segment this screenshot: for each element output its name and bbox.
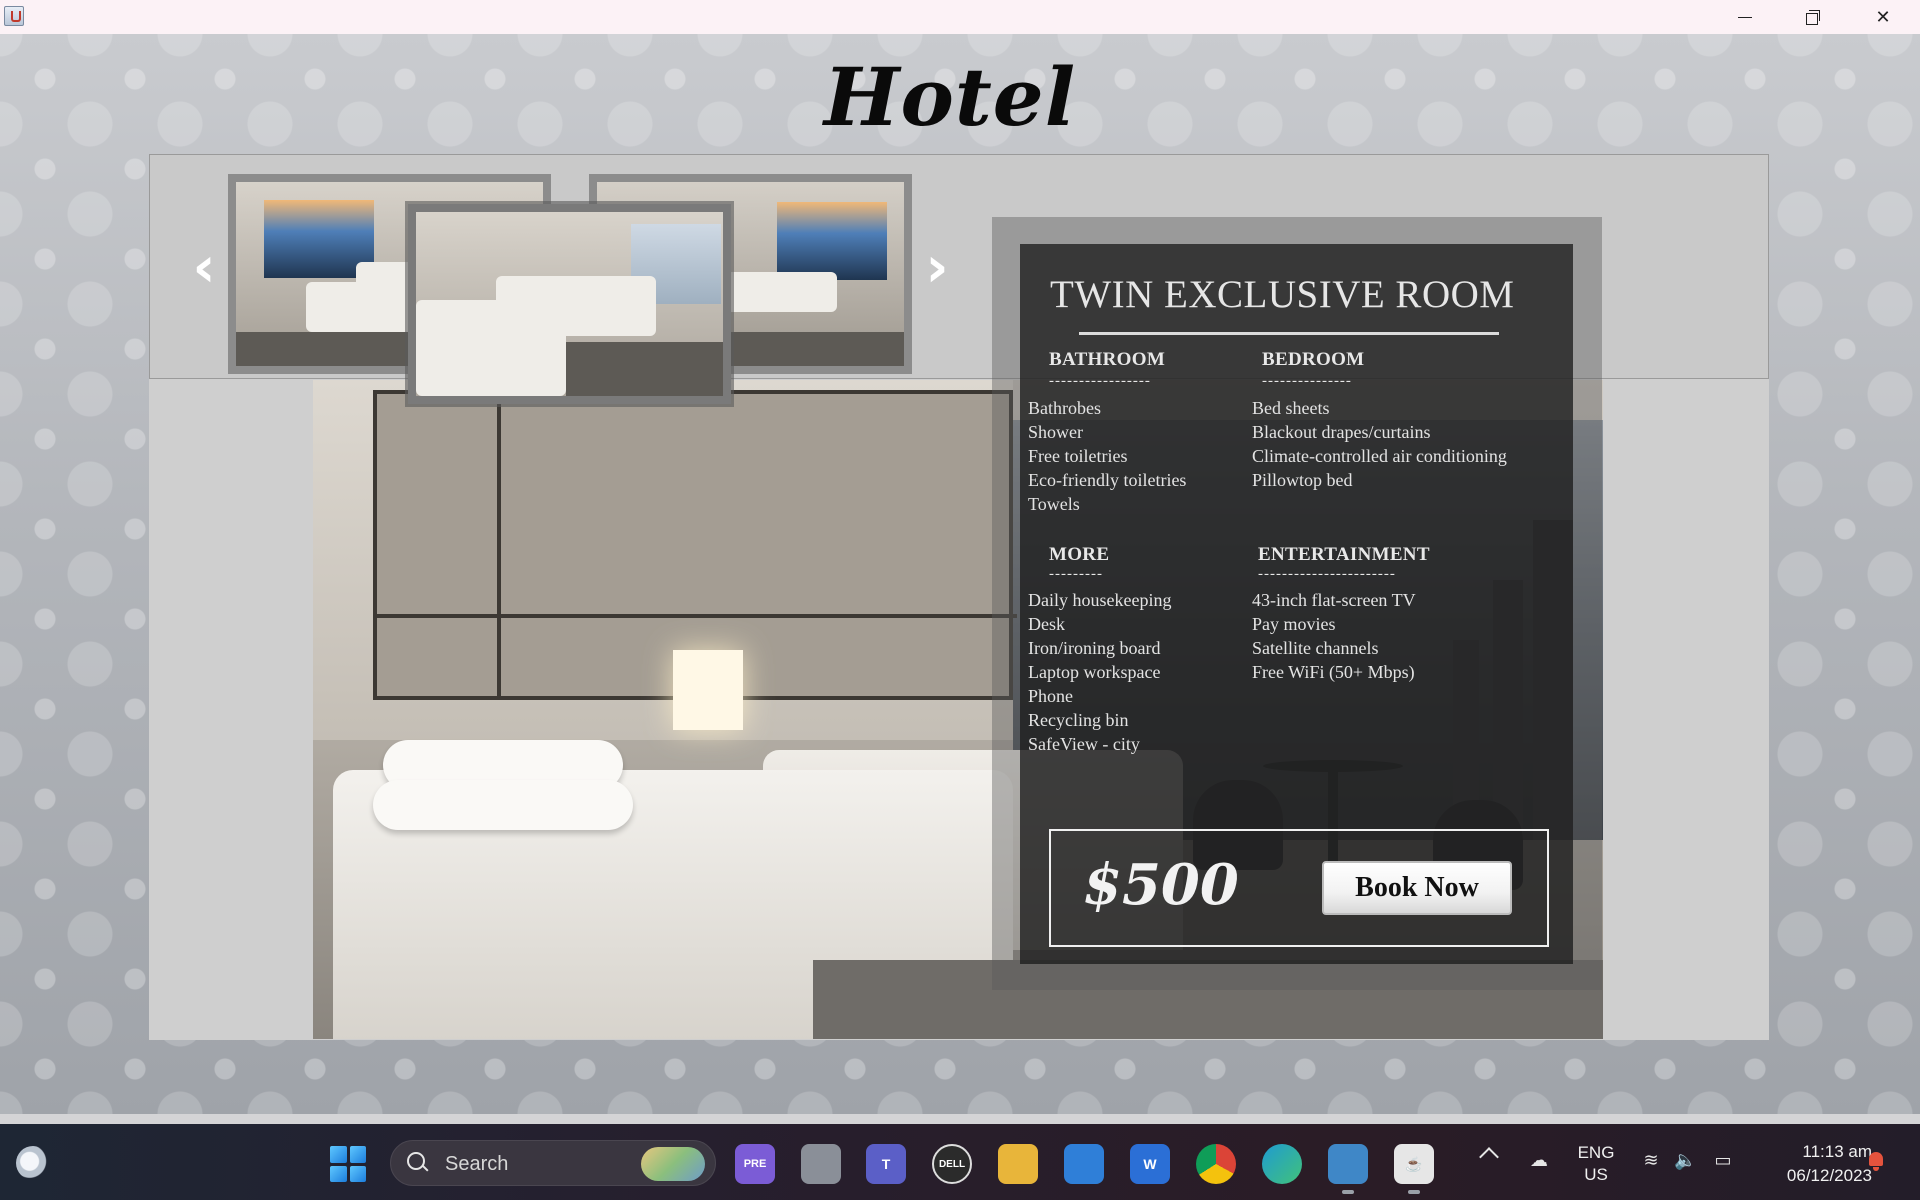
windows-logo-icon bbox=[330, 1146, 347, 1163]
bathroom-heading: BATHROOM bbox=[1049, 349, 1166, 370]
list-item: Daily housekeeping bbox=[1028, 590, 1172, 610]
search-icon bbox=[407, 1152, 429, 1174]
restore-icon bbox=[1806, 10, 1820, 25]
list-item: Bathrobes bbox=[1028, 398, 1101, 418]
list-item: Bed sheets bbox=[1252, 398, 1330, 418]
chevron-up-icon[interactable] bbox=[1479, 1147, 1499, 1167]
list-item: Towels bbox=[1028, 494, 1080, 514]
wifi-icon[interactable]: ≋ bbox=[1640, 1150, 1662, 1172]
edge-icon[interactable] bbox=[1262, 1144, 1302, 1184]
room-price: $500 bbox=[1083, 852, 1239, 918]
more-amenities: Daily housekeeping Desk Iron/ironing boa… bbox=[1028, 588, 1171, 756]
restore-button[interactable] bbox=[1778, 0, 1848, 34]
system-clock[interactable]: 11:13 am 06/12/2023 bbox=[1752, 1140, 1872, 1188]
bathroom-amenities: Bathrobes Shower Free toiletries Eco-fri… bbox=[1028, 396, 1186, 516]
java-app-icon bbox=[4, 6, 24, 26]
list-item: Pay movies bbox=[1252, 614, 1336, 634]
more-heading: MORE bbox=[1049, 544, 1110, 565]
window-title-bar: ✕ bbox=[0, 0, 1920, 34]
teams-icon[interactable]: T bbox=[866, 1144, 906, 1184]
list-item: 43-inch flat-screen TV bbox=[1252, 590, 1416, 610]
battery-icon[interactable]: ▭ bbox=[1712, 1150, 1734, 1172]
list-item: SafeView - city bbox=[1028, 734, 1140, 754]
list-item: Phone bbox=[1028, 686, 1073, 706]
window-bottom-edge bbox=[0, 1114, 1920, 1124]
gallery-prev-button[interactable]: ‹ bbox=[182, 238, 226, 298]
dell-icon[interactable]: DELL bbox=[932, 1144, 972, 1184]
onedrive-error-icon[interactable]: ☁ bbox=[1528, 1150, 1550, 1172]
minimize-icon bbox=[1738, 16, 1752, 18]
search-label: Search bbox=[445, 1153, 509, 1175]
bedroom-heading: BEDROOM bbox=[1262, 349, 1365, 370]
running-indicator bbox=[1408, 1190, 1420, 1194]
more-underline: --------- bbox=[1049, 566, 1103, 582]
taskbar-search[interactable]: Search bbox=[390, 1140, 716, 1186]
list-item: Free toiletries bbox=[1028, 446, 1128, 466]
chevron-right-icon: › bbox=[925, 235, 949, 300]
list-item: Iron/ironing board bbox=[1028, 638, 1161, 658]
gallery-next-button[interactable]: › bbox=[915, 238, 959, 298]
running-indicator bbox=[1342, 1190, 1354, 1194]
search-highlight-icon bbox=[641, 1147, 705, 1181]
close-icon: ✕ bbox=[1875, 6, 1891, 28]
chevron-left-icon: ‹ bbox=[192, 235, 216, 300]
list-item: Pillowtop bed bbox=[1252, 470, 1353, 490]
netbeans-icon[interactable] bbox=[1328, 1144, 1368, 1184]
list-item: Climate-controlled air conditioning bbox=[1252, 446, 1507, 466]
minimize-button[interactable] bbox=[1710, 0, 1780, 34]
bedroom-amenities: Bed sheets Blackout drapes/curtains Clim… bbox=[1252, 396, 1507, 492]
microsoft-store-icon[interactable] bbox=[1064, 1144, 1104, 1184]
task-view-icon[interactable] bbox=[801, 1144, 841, 1184]
list-item: Free WiFi (50+ Mbps) bbox=[1252, 662, 1415, 682]
bedroom-underline: --------------- bbox=[1262, 373, 1352, 389]
title-divider bbox=[1079, 332, 1499, 335]
java-icon[interactable]: ☕ bbox=[1394, 1144, 1434, 1184]
gallery-thumbnail-selected[interactable] bbox=[408, 204, 731, 404]
weather-icon[interactable] bbox=[16, 1146, 50, 1180]
list-item: Desk bbox=[1028, 614, 1065, 634]
input-language[interactable]: ENG US bbox=[1568, 1142, 1624, 1186]
list-item: Blackout drapes/curtains bbox=[1252, 422, 1431, 442]
chrome-icon[interactable] bbox=[1196, 1144, 1236, 1184]
volume-icon[interactable]: 🔈 bbox=[1674, 1150, 1696, 1172]
list-item: Satellite channels bbox=[1252, 638, 1379, 658]
file-explorer-icon[interactable] bbox=[998, 1144, 1038, 1184]
start-button[interactable] bbox=[330, 1146, 366, 1182]
list-item: Recycling bin bbox=[1028, 710, 1129, 730]
word-icon[interactable]: W bbox=[1130, 1144, 1170, 1184]
notification-bell-icon[interactable] bbox=[1866, 1152, 1886, 1172]
list-item: Shower bbox=[1028, 422, 1083, 442]
room-title: TWIN EXCLUSIVE ROOM bbox=[1050, 273, 1515, 316]
app-title: Hotel bbox=[823, 50, 1077, 144]
copilot-icon[interactable]: PRE bbox=[735, 1144, 775, 1184]
entertainment-amenities: 43-inch flat-screen TV Pay movies Satell… bbox=[1252, 588, 1416, 684]
entertainment-underline: ----------------------- bbox=[1258, 566, 1396, 582]
taskbar: Search PRE T DELL W ☕ ☁ ENG US ≋ 🔈 ▭ 11:… bbox=[0, 1124, 1920, 1200]
entertainment-heading: ENTERTAINMENT bbox=[1258, 544, 1430, 565]
close-button[interactable]: ✕ bbox=[1848, 0, 1918, 34]
bathroom-underline: ----------------- bbox=[1049, 373, 1151, 389]
list-item: Eco-friendly toiletries bbox=[1028, 470, 1187, 490]
list-item: Laptop workspace bbox=[1028, 662, 1161, 682]
book-now-button[interactable]: Book Now bbox=[1322, 861, 1512, 915]
